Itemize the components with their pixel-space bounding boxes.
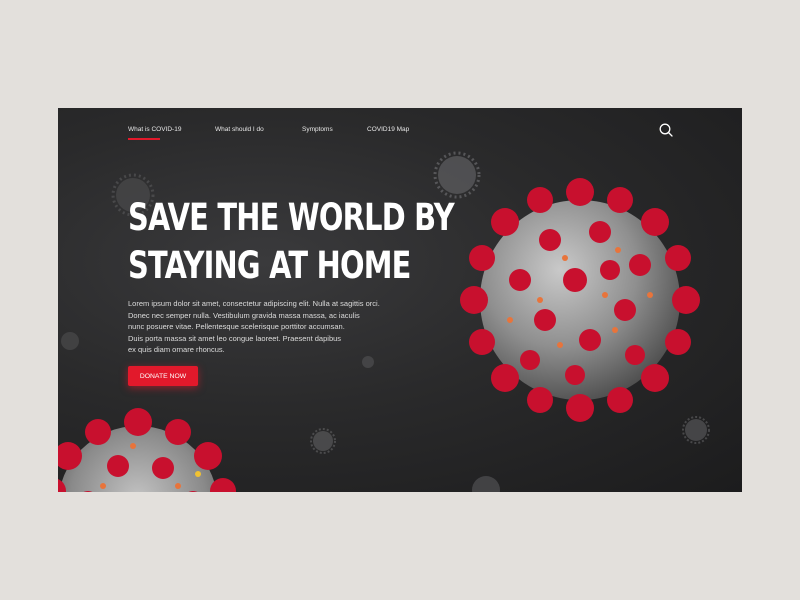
- small-virus-bg-5: [310, 428, 336, 454]
- nav-active-indicator: [128, 138, 160, 140]
- search-button[interactable]: [658, 122, 674, 138]
- small-virus-bg-3: [61, 332, 79, 350]
- description-line: Duis porta massa sit amet leo congue lao…: [128, 333, 342, 343]
- nav-item-what-should-i-do[interactable]: What should I do: [215, 126, 264, 133]
- description-line: ex quis diam ornare rhoncus.: [128, 345, 225, 354]
- nav-item-symptoms[interactable]: Symptoms: [302, 126, 333, 133]
- headline-line-1: SAVE THE WORLD BY: [128, 196, 455, 239]
- large-virus-illustration: [460, 178, 700, 422]
- search-icon: [659, 123, 673, 137]
- headline-line-2: STAYING AT HOME: [128, 244, 411, 287]
- hero-headline: SAVE THE WORLD BY STAYING AT HOME: [128, 194, 455, 290]
- donate-now-button[interactable]: DONATE NOW: [128, 366, 198, 386]
- hero-description: Lorem ipsum dolor sit amet, consectetur …: [128, 298, 408, 356]
- description-line: Lorem ipsum dolor sit amet, consectetur …: [128, 299, 380, 308]
- virus-illustration-bottom-left: [58, 408, 236, 492]
- nav-item-covid19-map[interactable]: COVID19 Map: [367, 126, 409, 133]
- description-line: Donec nec semper nulla. Vestibulum gravi…: [128, 310, 360, 320]
- hero-section: What is COVID-19 What should I do Sympto…: [58, 108, 742, 492]
- small-virus-bg-4: [362, 356, 374, 368]
- small-virus-bg-7: [472, 476, 500, 492]
- nav-item-what-is-covid[interactable]: What is COVID-19: [128, 126, 181, 133]
- description-line: nunc posuere vitae. Pellentesque sceleri…: [128, 322, 345, 331]
